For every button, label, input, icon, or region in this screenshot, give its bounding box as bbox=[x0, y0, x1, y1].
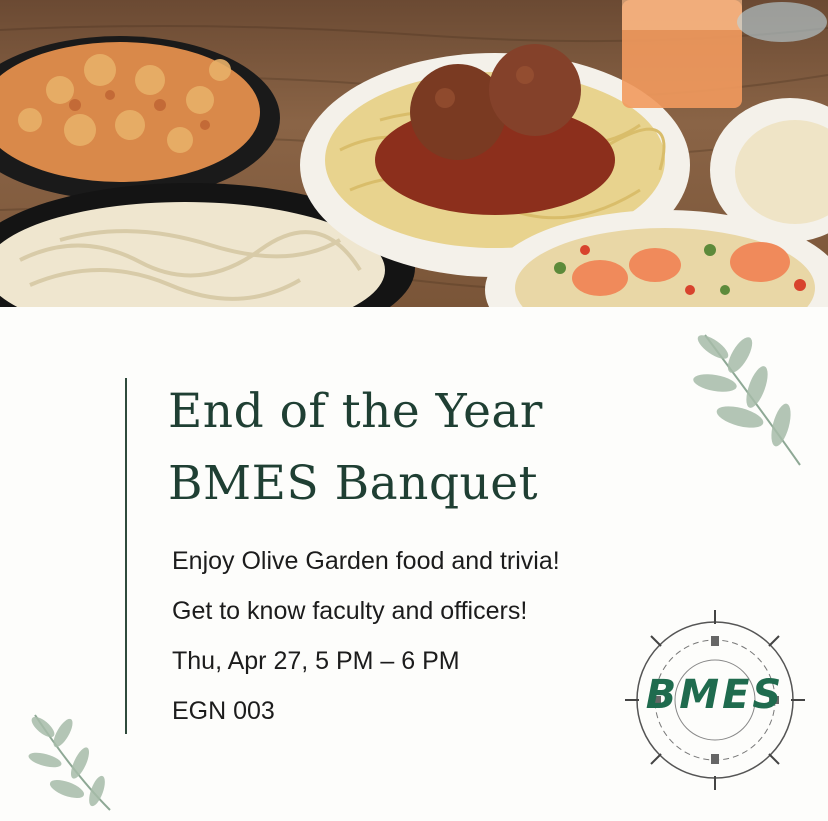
pasta-dishes-illustration bbox=[0, 0, 828, 307]
detail-food: Enjoy Olive Garden food and trivia! bbox=[172, 547, 560, 575]
bmes-logo: BMES bbox=[625, 610, 805, 790]
event-title-line2: BMES Banquet bbox=[168, 456, 538, 511]
leaf-sprig-icon bbox=[693, 334, 801, 466]
detail-location: EGN 003 bbox=[172, 697, 275, 725]
bmes-logo-text: BMES bbox=[645, 672, 785, 718]
leaf-sprig-bottom-icon bbox=[28, 714, 111, 811]
detail-networking: Get to know faculty and officers! bbox=[172, 597, 528, 625]
food-photo bbox=[0, 0, 828, 307]
event-title-line1: End of the Year bbox=[168, 384, 543, 439]
detail-datetime: Thu, Apr 27, 5 PM – 6 PM bbox=[172, 647, 460, 675]
vertical-accent-rule bbox=[125, 378, 127, 734]
